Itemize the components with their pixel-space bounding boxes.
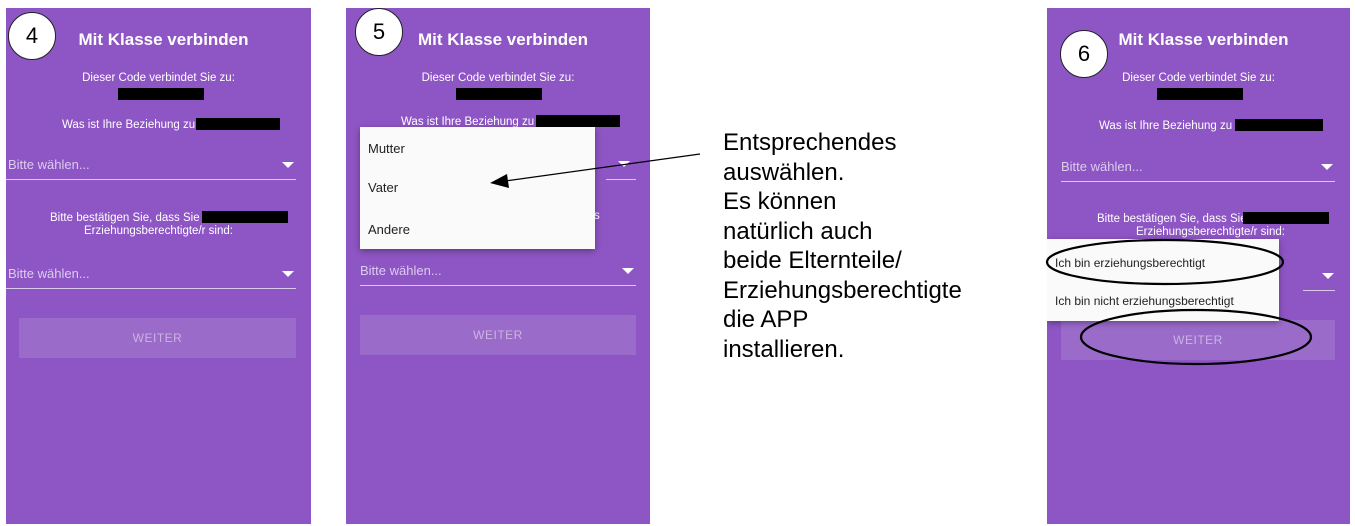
highlight-ellipses [1045,238,1313,366]
highlight-ellipse-button [1079,308,1313,366]
highlight-ellipse-option [1045,238,1285,286]
